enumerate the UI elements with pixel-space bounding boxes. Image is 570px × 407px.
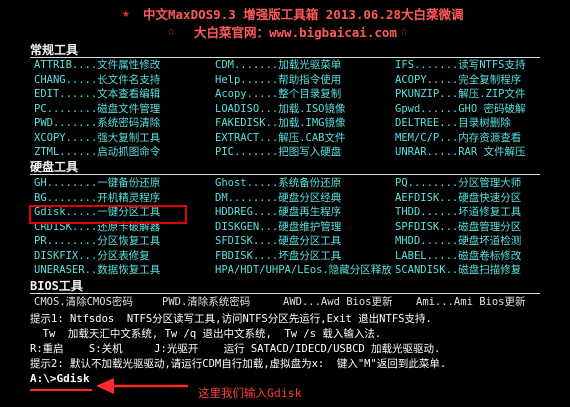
common-tool-item[interactable]: Gpwd......GHO 密码破解: [395, 102, 526, 116]
tip-1: 提示1: Ntfsdos NTFS分区读写工具,访问NTFS分区先运行,Exit…: [30, 313, 432, 325]
common-tool-item[interactable]: IFS.......读写NTFS支持: [395, 58, 526, 72]
command-prompt[interactable]: A:\>Gdisk: [30, 372, 90, 386]
common-tool-item[interactable]: Acopy.....整个目录复制: [215, 87, 341, 101]
bios-item-ami[interactable]: Ami...Ami Bios更新: [416, 295, 526, 309]
disk-tool-item[interactable]: PQ........分区管理大师: [395, 176, 521, 190]
common-tool-item[interactable]: PC........磁盘文件管理: [34, 102, 160, 116]
disk-tool-item[interactable]: HPA/HDT/UHPA/LEos.隐藏分区释放: [215, 263, 392, 277]
common-tool-item[interactable]: Help......帮助指令使用: [215, 73, 341, 87]
arrow-left-icon: [96, 378, 188, 394]
dos-screen: ★ 中文MaxDOS9.3 增强版工具箱 2013.06.28大白菜微调 ★ ☆…: [0, 0, 570, 407]
subtitle: 大白菜官网：www.bigbaicai.com: [194, 25, 397, 40]
common-tool-item[interactable]: LOADISO...加载.ISO镜像: [215, 102, 346, 116]
section-disk-tools: 硬盘工具: [30, 160, 79, 174]
common-tool-item[interactable]: DELTREE...目录树删除: [395, 116, 511, 130]
disk-tool-item[interactable]: DISKGEN...硬盘维护管理: [215, 220, 341, 234]
bios-item-awd[interactable]: AWD...Awd Bios更新: [283, 295, 393, 309]
disk-tool-item[interactable]: SCANDISK..磁盘扫描修复: [395, 263, 521, 277]
common-tool-item[interactable]: XCOPY.....强大复制工具: [34, 131, 160, 145]
common-tool-item[interactable]: ACOPY.....完全复制程序: [395, 73, 521, 87]
disk-tool-item[interactable]: MHDD......硬盘坏道检测: [395, 234, 521, 248]
disk-tool-item[interactable]: LABEL.....磁盘卷标修改: [395, 249, 521, 263]
annotation-text: 这里我们输入Gdisk: [198, 386, 302, 400]
section-bios-tools: BIOS工具: [30, 279, 83, 293]
common-tool-item[interactable]: EDIT......文本查看编辑: [34, 87, 160, 101]
divider: [30, 174, 540, 175]
disk-tool-item[interactable]: GH........一键备份还原: [34, 176, 160, 190]
common-tool-item[interactable]: CDM.......加载光驱菜单: [215, 58, 341, 72]
common-tool-item[interactable]: PWD.......系统密码清除: [34, 116, 160, 130]
gdisk-highlight-box: [29, 205, 187, 224]
common-tool-item[interactable]: MEM/C/P...内存资源查看: [395, 131, 521, 145]
disk-tool-item[interactable]: AEFDISK...硬盘快速分区: [395, 191, 521, 205]
common-tool-item[interactable]: UNRAR.....RAR 文件解压: [395, 145, 526, 159]
star-icon: ☆: [400, 24, 408, 39]
star-icon: ☆: [167, 24, 175, 39]
disk-tool-item[interactable]: DISKFIX...分区表修复: [34, 249, 150, 263]
disk-tool-item[interactable]: HDDREG....硬盘再生程序: [215, 205, 341, 219]
disk-tool-item[interactable]: SFDISK....硬盘分区工具: [215, 234, 341, 248]
disk-tool-item[interactable]: PR........分区恢复工具: [34, 234, 160, 248]
star-icon: ★: [122, 6, 130, 21]
common-tool-item[interactable]: FAKEDISK..加载.IMG镜像: [215, 116, 346, 130]
star-icon: ★: [430, 6, 438, 21]
disk-tool-item[interactable]: FBDISK....坏盘分区工具: [215, 249, 341, 263]
disk-tool-item[interactable]: BG........开机精灵程序: [34, 191, 160, 205]
prompt-underline: [30, 389, 92, 391]
tip-2: 提示2: 默认不加载光驱驱动,请运行CDM自行加载,虚拟盘为x: 键入"M"返回…: [30, 358, 447, 370]
common-tool-item[interactable]: PIC.......把图写入硬盘: [215, 145, 341, 159]
common-tool-item[interactable]: EXTRACT...解压.CAB文件: [215, 131, 346, 145]
tip-1b: Tw 加载天汇中文系统, Tw /q 退出中文系统, Tw /s 载入输入法.: [30, 328, 382, 340]
bios-item-pwd[interactable]: PWD.清除系统密码: [162, 295, 250, 309]
common-tool-item[interactable]: CHANG.....长文件名支持: [34, 73, 160, 87]
disk-tool-item[interactable]: UNERASER..数据恢复工具: [34, 263, 160, 277]
common-tool-item[interactable]: ZTML......启动抓图命令: [34, 145, 160, 159]
common-tool-item[interactable]: ATTRIB....文件属性修改: [34, 58, 160, 72]
disk-tool-item[interactable]: Ghost.....系统备份还原: [215, 176, 341, 190]
disk-tool-item[interactable]: SPFDISK...磁盘管理分区: [395, 220, 521, 234]
divider: [30, 293, 540, 294]
common-tool-item[interactable]: PKUNZIP...解压.ZIP文件: [395, 87, 526, 101]
disk-tool-item[interactable]: DM........硬盘分区经典: [215, 191, 341, 205]
disk-tool-item[interactable]: THDD......坏道修复工具: [395, 205, 521, 219]
bios-item-cmos[interactable]: CMOS.清除CMOS密码: [34, 295, 133, 309]
key-hints: R:重启 S:关机 J:光驱开 运行 SATACD/IDECD/USBCD 加载…: [30, 343, 441, 355]
page-title: 中文MaxDOS9.3 增强版工具箱 2013.06.28大白菜微调: [143, 7, 464, 22]
section-common-tools: 常规工具: [30, 43, 79, 57]
